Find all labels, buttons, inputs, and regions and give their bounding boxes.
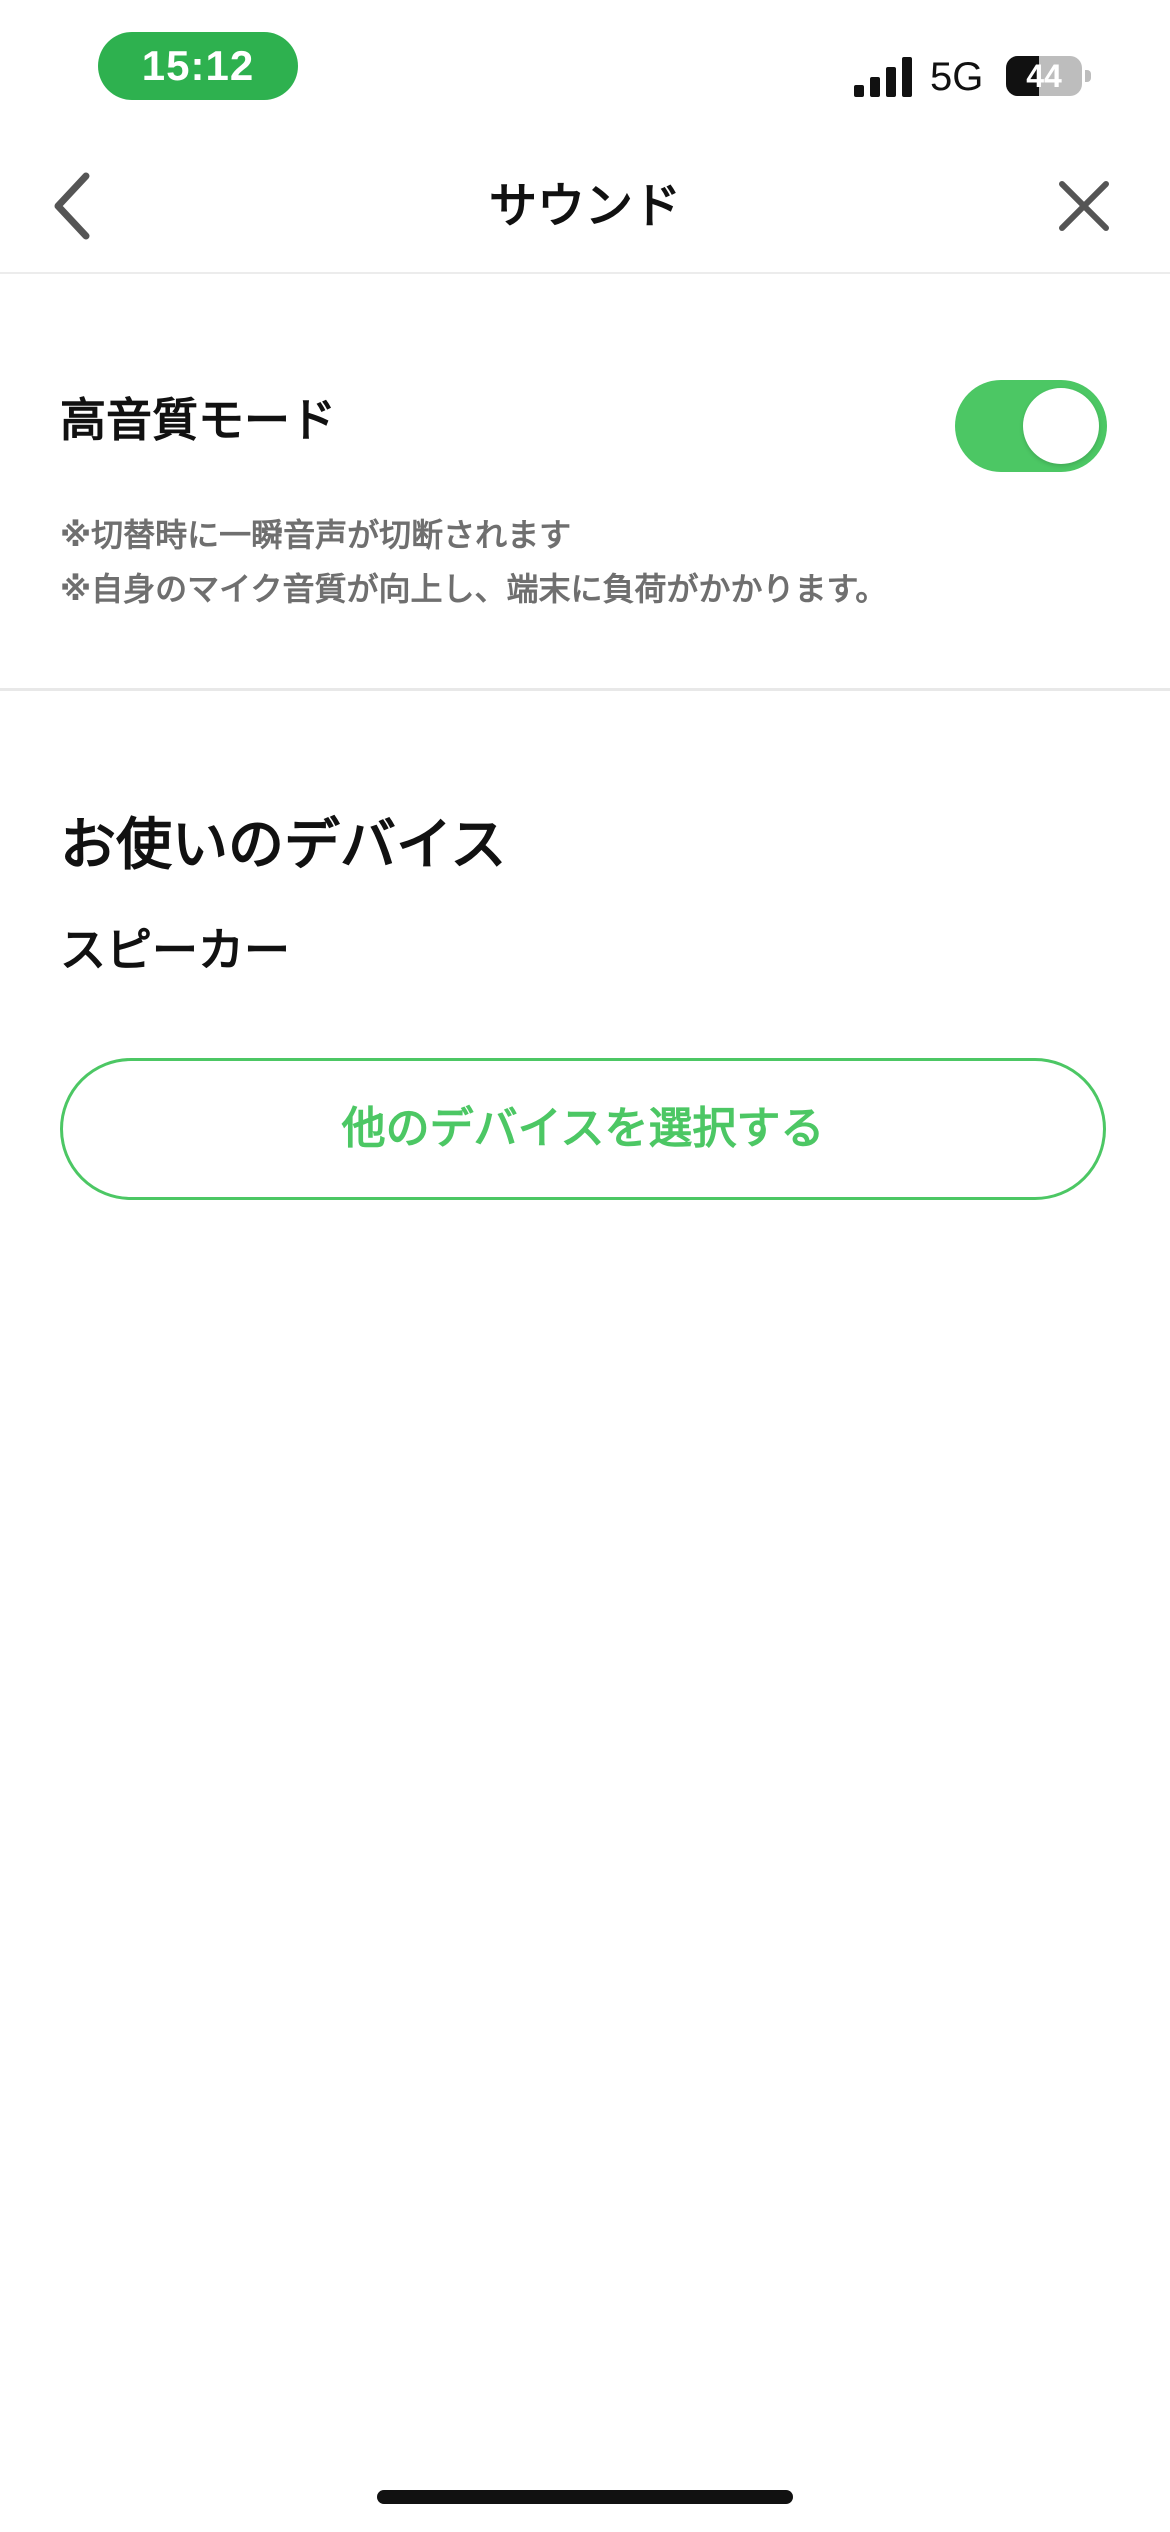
- battery-level-text: 44: [1026, 58, 1062, 94]
- high-quality-note: ※切替時に一瞬音声が切断されます: [60, 516, 572, 554]
- current-device-label: スピーカー: [60, 923, 290, 977]
- network-type: 5G: [930, 55, 984, 99]
- high-quality-mode-section: 高音質モード ※切替時に一瞬音声が切断されます ※自身のマイク音質が向上し、端末…: [0, 274, 1170, 691]
- page-title: サウンド: [488, 178, 681, 234]
- status-time[interactable]: 15:12: [98, 32, 298, 100]
- chevron-left-icon[interactable]: [36, 166, 116, 246]
- navigation-bar: サウンド: [0, 140, 1170, 274]
- battery-icon: 44: [1006, 56, 1092, 96]
- sound-settings-screen: 15:12 5G 44 サウンド 高音質モード ※切替時に一瞬音声が切断されます…: [0, 0, 1170, 2532]
- high-quality-mode-toggle[interactable]: [955, 380, 1107, 472]
- high-quality-mode-label: 高音質モード: [60, 393, 336, 447]
- high-quality-note: ※自身のマイク音質が向上し、端末に負荷がかかります。: [60, 570, 888, 608]
- select-other-device-button[interactable]: 他のデバイスを選択する: [60, 1058, 1106, 1200]
- battery-cap: [1085, 70, 1091, 82]
- home-indicator[interactable]: [377, 2490, 793, 2504]
- device-section-heading: お使いのデバイス: [60, 813, 507, 878]
- cellular-signal-icon: [854, 57, 912, 97]
- status-bar: 15:12 5G 44: [0, 0, 1170, 140]
- toggle-knob: [1023, 388, 1099, 464]
- close-icon[interactable]: [1044, 166, 1124, 246]
